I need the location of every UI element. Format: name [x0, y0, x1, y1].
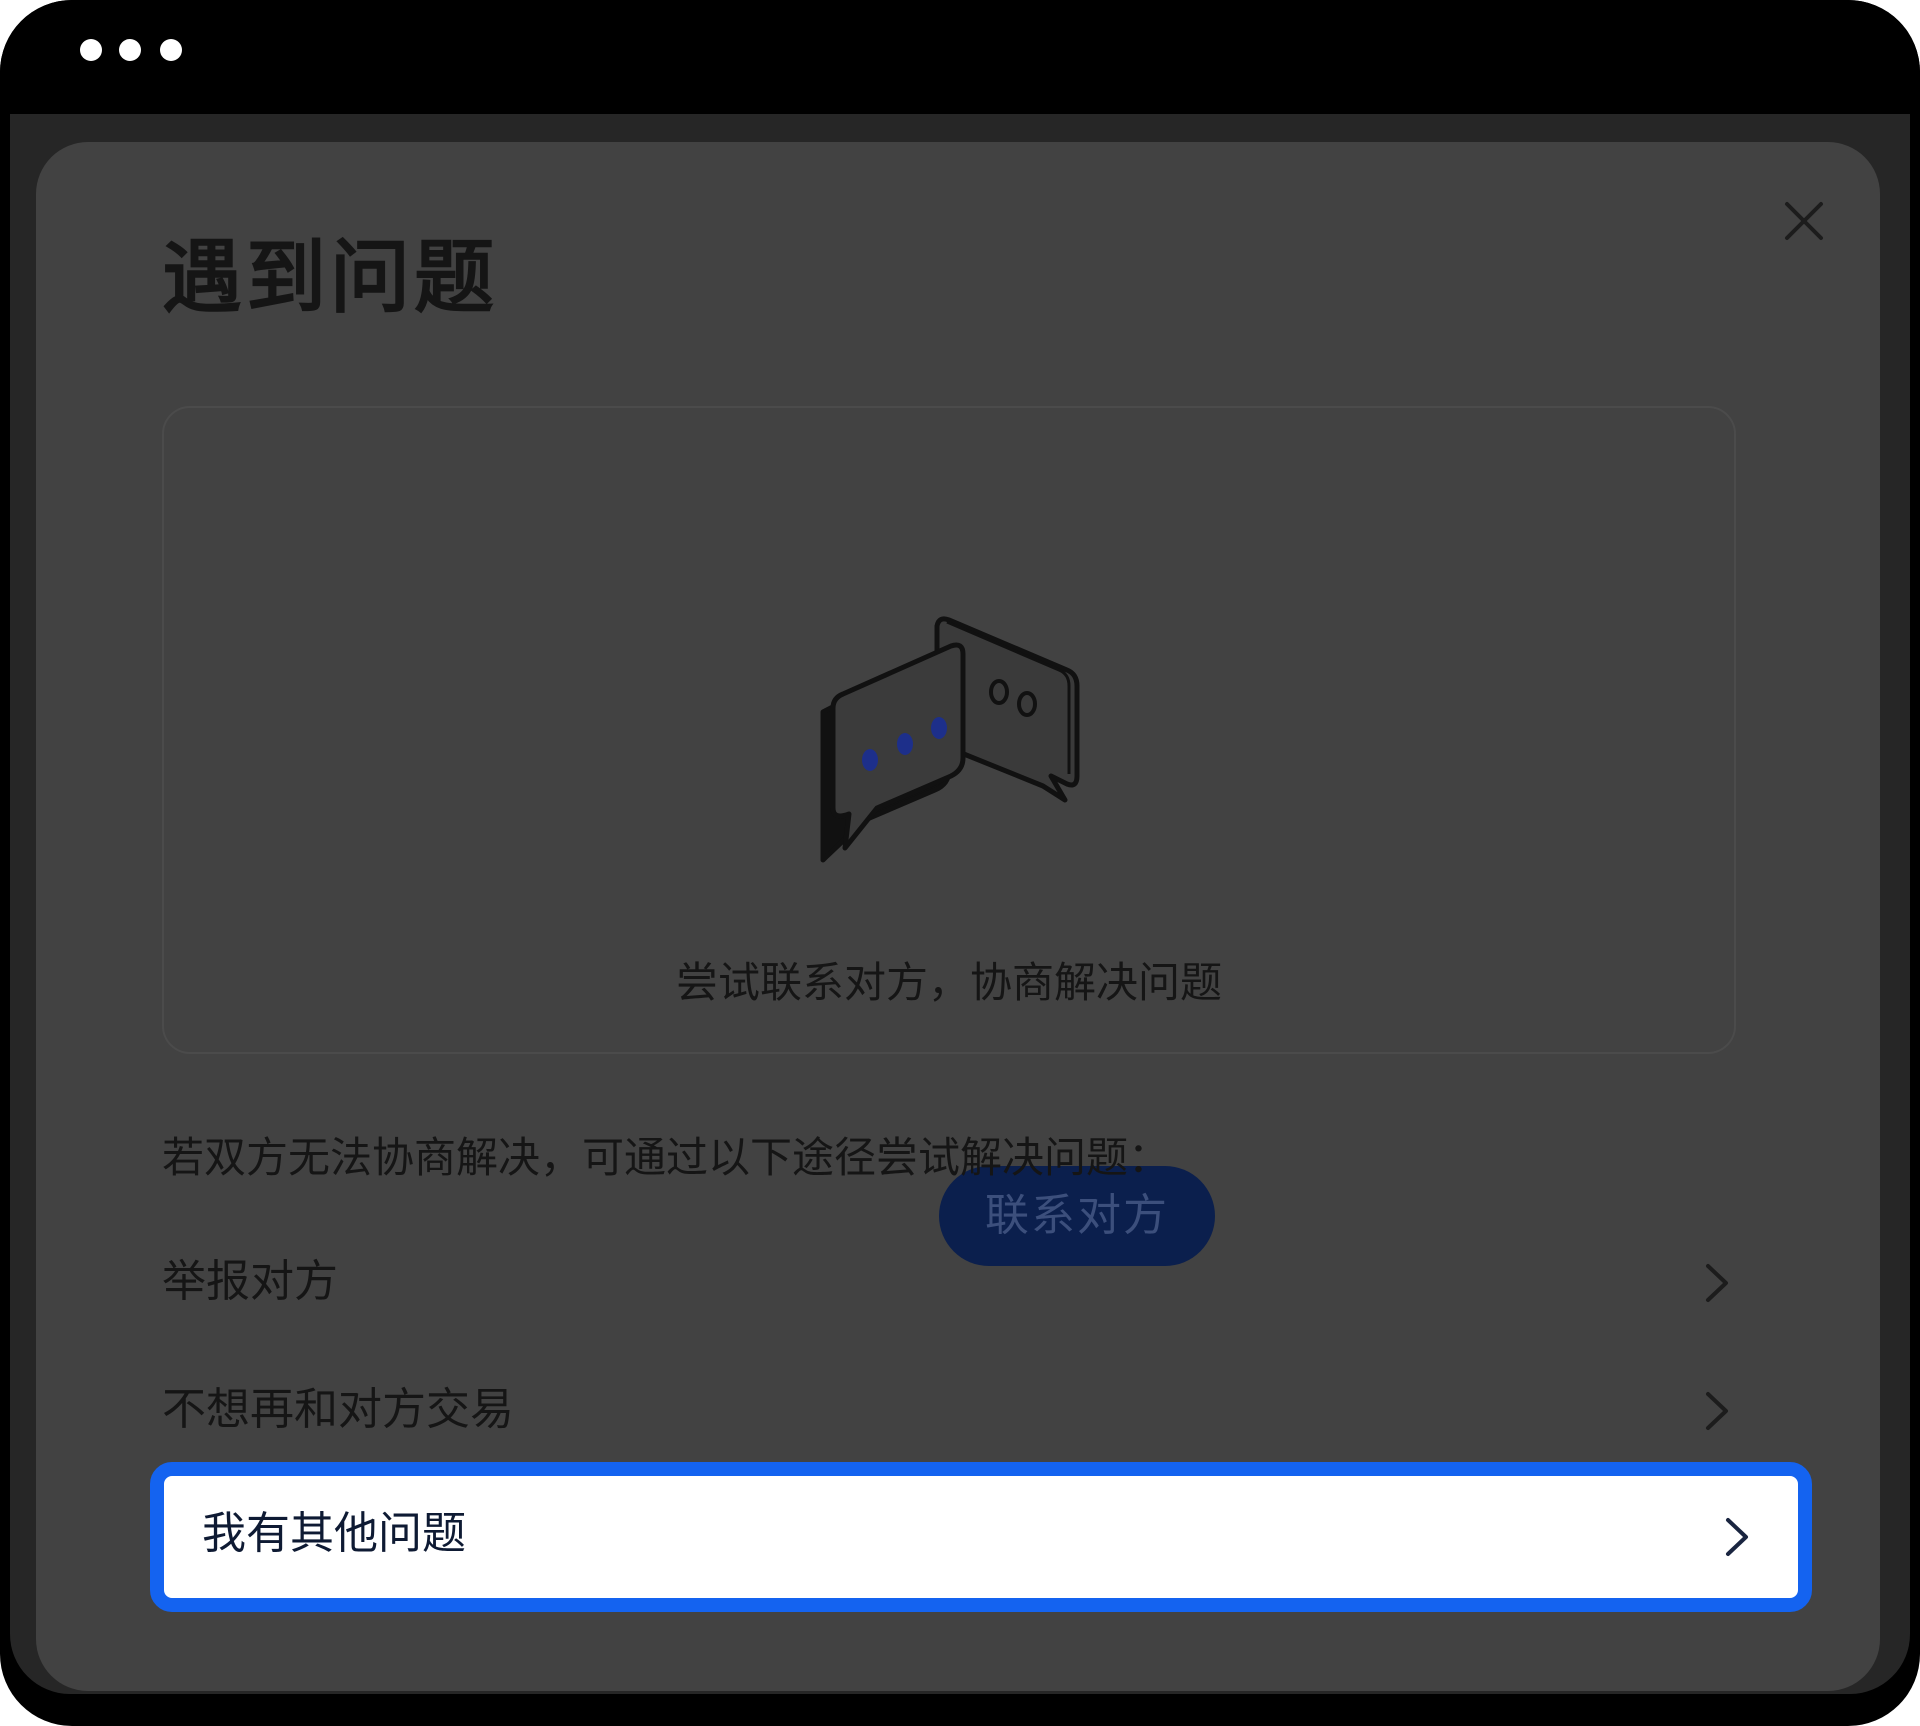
contact-card-message: 尝试联系对方，协商解决问题 — [675, 958, 1222, 1007]
option-label: 不想再和对方交易 — [162, 1384, 514, 1435]
chevron-right-icon — [1706, 1392, 1728, 1430]
close-icon — [1785, 202, 1823, 240]
problem-dialog: 遇到问题 尝试联系对方，协商解决问题 联系对方 若双方无法协商解决，可通过以下途… — [36, 142, 1880, 1691]
option-other-issue[interactable]: 我有其他问题 — [150, 1462, 1812, 1612]
chat-bubbles-icon — [820, 616, 1080, 863]
chevron-right-icon — [1706, 1264, 1728, 1302]
option-report-other-party[interactable]: 举报对方 — [162, 1232, 1766, 1332]
window-control-dot[interactable] — [160, 39, 182, 61]
instructions-text: 若双方无法协商解决，可通过以下途径尝试解决问题： — [162, 1133, 1171, 1182]
app-window: 遇到问题 尝试联系对方，协商解决问题 联系对方 若双方无法协商解决，可通过以下途… — [0, 0, 1920, 1726]
dialog-title: 遇到问题 — [162, 231, 498, 324]
window-control-dot[interactable] — [119, 39, 141, 61]
screen-backdrop: 遇到问题 尝试联系对方，协商解决问题 联系对方 若双方无法协商解决，可通过以下途… — [10, 114, 1910, 1694]
option-label: 举报对方 — [162, 1256, 338, 1307]
close-button[interactable] — [1777, 194, 1831, 248]
contact-card: 尝试联系对方，协商解决问题 联系对方 — [162, 406, 1736, 1266]
option-stop-trading[interactable]: 不想再和对方交易 — [162, 1360, 1766, 1460]
chevron-right-icon — [1726, 1518, 1748, 1556]
option-label: 我有其他问题 — [202, 1508, 466, 1559]
title-bar — [0, 0, 1920, 114]
window-control-dot[interactable] — [80, 39, 102, 61]
